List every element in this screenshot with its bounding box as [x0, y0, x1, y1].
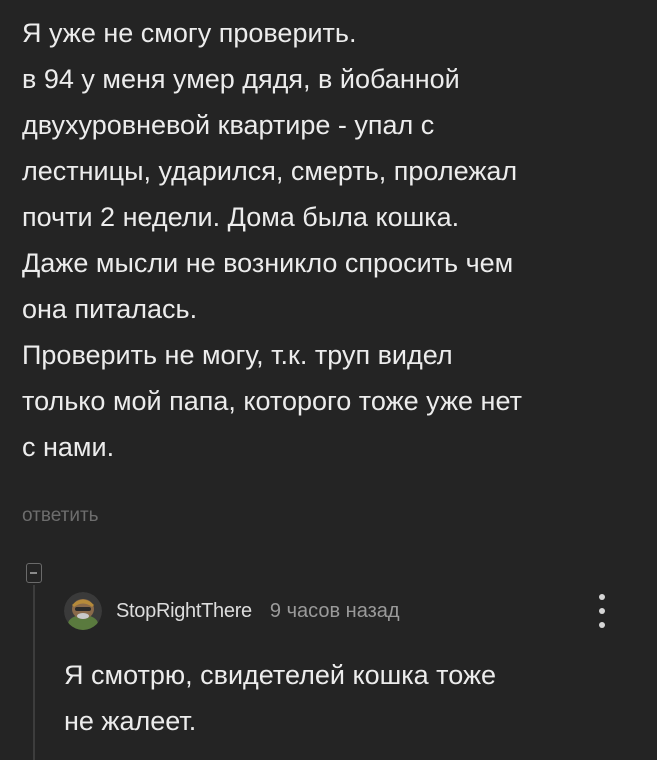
reply-line: Я смотрю, свидетелей кошка тоже	[64, 660, 497, 690]
comment-body: Я уже не смогу проверить. в 94 у меня ум…	[22, 10, 642, 470]
comment-line: лестницы, ударился, смерть, пролежал	[22, 156, 518, 186]
user-avatar[interactable]	[64, 592, 102, 630]
comment-line: только мой папа, которого тоже уже нет	[22, 386, 522, 416]
reply-header: StopRightThere 9 часов назад	[64, 591, 400, 631]
comment-line: Даже мысли не возникло спросить чем	[22, 248, 514, 278]
more-dot	[599, 594, 605, 600]
timestamp[interactable]: 9 часов назад	[270, 600, 400, 623]
reply-line: не жалеет.	[64, 706, 197, 736]
reply-body: Я смотрю, свидетелей кошка тоже не жалее…	[64, 652, 624, 744]
comment-line: она питалась.	[22, 294, 198, 324]
comment-line: Проверить не могу, т.к. труп видел	[22, 340, 453, 370]
more-dot	[599, 622, 605, 628]
collapse-dash	[30, 572, 37, 574]
comment-line: с нами.	[22, 432, 115, 462]
more-vertical-icon[interactable]	[594, 594, 610, 632]
reply-button[interactable]: ответить	[22, 505, 99, 527]
comment-line: двухуровневой квартире - упал с	[22, 110, 435, 140]
comment-line: Я уже не смогу проверить.	[22, 18, 357, 48]
username[interactable]: StopRightThere	[116, 600, 252, 623]
thread-line[interactable]	[33, 585, 35, 760]
comment-line: в 94 у меня умер дядя, в йобанной	[22, 64, 460, 94]
comment-line: почти 2 недели. Дома была кошка.	[22, 202, 460, 232]
collapse-thread-icon[interactable]	[26, 563, 42, 583]
more-dot	[599, 608, 605, 614]
